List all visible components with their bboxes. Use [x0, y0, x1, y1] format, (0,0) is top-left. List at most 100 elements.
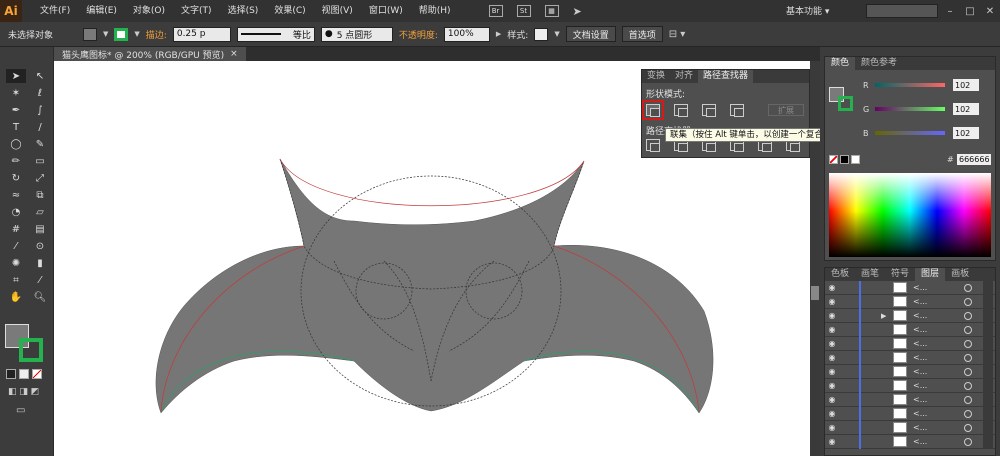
line-tool-icon[interactable]: / — [30, 120, 50, 134]
scrollbar-thumb[interactable] — [811, 286, 819, 300]
visibility-eye-icon[interactable]: ◉ — [825, 353, 839, 362]
stroke-profile-select[interactable]: 等比 — [236, 26, 315, 42]
layer-row[interactable]: ◉ <... — [825, 365, 995, 379]
layer-row[interactable]: ◉ <... — [825, 337, 995, 351]
layer-row[interactable]: ◉ <... — [825, 351, 995, 365]
draw-mode-icon[interactable]: ◧ ◨ ◩ — [8, 387, 39, 397]
layer-name[interactable]: <... — [913, 325, 927, 334]
menu-type[interactable]: 文字(T) — [173, 0, 220, 22]
magic-wand-tool-icon[interactable]: ✶ — [6, 86, 26, 100]
visibility-eye-icon[interactable]: ◉ — [825, 381, 839, 390]
red-track[interactable] — [875, 83, 945, 87]
visibility-eye-icon[interactable]: ◉ — [825, 395, 839, 404]
fill-swatch[interactable] — [83, 27, 98, 41]
red-value[interactable]: 102 — [953, 79, 979, 91]
menu-view[interactable]: 视图(V) — [314, 0, 361, 22]
layer-row[interactable]: ◉ <... — [825, 421, 995, 435]
pen-tool-icon[interactable]: ✒ — [6, 103, 26, 117]
close-icon[interactable]: ✕ — [980, 6, 1000, 17]
blend-tool-icon[interactable]: ⊙ — [30, 239, 50, 253]
green-slider[interactable]: G 102 — [863, 103, 995, 115]
ellipse-tool-icon[interactable]: ◯ — [6, 137, 26, 151]
target-circle-icon[interactable] — [964, 395, 972, 404]
stroke-color-box[interactable] — [19, 338, 43, 362]
menu-edit[interactable]: 编辑(E) — [78, 0, 125, 22]
eyedropper-tool-icon[interactable]: ⁄ — [6, 239, 26, 253]
close-tab-icon[interactable]: × — [230, 49, 238, 59]
menu-window[interactable]: 窗口(W) — [361, 0, 411, 22]
stroke-swatch[interactable] — [114, 27, 129, 41]
layer-name[interactable]: <... — [913, 297, 927, 306]
target-circle-icon[interactable] — [964, 339, 972, 348]
layer-name[interactable]: <... — [913, 381, 927, 390]
chevron-down-icon[interactable]: ▼ — [134, 30, 139, 38]
preferences-button[interactable]: 首选项 — [621, 26, 663, 42]
target-circle-icon[interactable] — [964, 283, 972, 292]
visibility-eye-icon[interactable]: ◉ — [825, 297, 839, 306]
hex-input[interactable]: 666666 — [957, 153, 991, 165]
stock-button[interactable]: St — [516, 5, 531, 17]
layer-name[interactable]: <... — [913, 423, 927, 432]
menu-object[interactable]: 对象(O) — [125, 0, 173, 22]
symbol-sprayer-tool-icon[interactable]: ✺ — [6, 256, 26, 270]
layer-name[interactable]: <... — [913, 339, 927, 348]
eraser-tool-icon[interactable]: ▭ — [30, 154, 50, 168]
layer-name[interactable]: <... — [913, 409, 927, 418]
tab-transform[interactable]: 变换 — [642, 70, 670, 83]
visibility-eye-icon[interactable]: ◉ — [825, 367, 839, 376]
stroke-weight-input[interactable]: 0.25 p — [172, 26, 231, 42]
red-slider[interactable]: R 102 — [863, 79, 995, 91]
visibility-eye-icon[interactable]: ◉ — [825, 409, 839, 418]
layer-row[interactable]: ◉ <... — [825, 323, 995, 337]
panel-stroke-box[interactable] — [838, 96, 853, 111]
bridge-button[interactable]: Br — [488, 5, 503, 17]
arrange-documents-icon[interactable]: ▦ — [544, 5, 559, 17]
tab-color-guide[interactable]: 颜色参考 — [855, 57, 903, 70]
chevron-down-icon[interactable]: ▼ — [554, 30, 559, 38]
tab-artboards[interactable]: 画板 — [945, 268, 975, 281]
expand-triangle-icon[interactable]: ▶ — [881, 312, 886, 320]
color-mode-icon[interactable] — [6, 369, 16, 379]
fill-stroke-widget[interactable] — [5, 324, 49, 368]
chevron-right-icon[interactable]: ▶ — [496, 30, 501, 38]
slice-tool-icon[interactable]: ⁄ — [30, 273, 50, 287]
target-circle-icon[interactable] — [964, 353, 972, 362]
none-swatch[interactable] — [829, 154, 838, 164]
canvas-scrollbar[interactable] — [810, 61, 820, 456]
direct-selection-tool-icon[interactable]: ↖ — [30, 69, 50, 83]
artboard-tool-icon[interactable]: ⌗ — [6, 273, 26, 287]
document-setup-button[interactable]: 文档设置 — [565, 26, 616, 42]
exclude-button-icon[interactable] — [730, 104, 744, 117]
black-swatch[interactable] — [840, 154, 849, 164]
green-track[interactable] — [875, 107, 945, 111]
gradient-tool-icon[interactable]: ▤ — [30, 222, 50, 236]
layer-name[interactable]: <... — [913, 353, 927, 362]
help-search-input[interactable] — [866, 4, 938, 18]
layer-row[interactable]: ◉ <... — [825, 295, 995, 309]
target-circle-icon[interactable] — [964, 325, 972, 334]
lasso-tool-icon[interactable]: ℓ — [30, 86, 50, 100]
visibility-eye-icon[interactable]: ◉ — [825, 437, 839, 446]
align-icon[interactable]: ⊟ ▾ — [669, 29, 686, 40]
blue-value[interactable]: 102 — [953, 127, 979, 139]
white-swatch[interactable] — [851, 154, 860, 164]
tab-layers[interactable]: 图层 — [915, 268, 946, 281]
chevron-down-icon[interactable]: ▼ — [103, 30, 108, 38]
layer-row[interactable]: ◉ <... — [825, 379, 995, 393]
menu-file[interactable]: 文件(F) — [32, 0, 78, 22]
screen-mode-icon[interactable]: ▭ — [16, 405, 25, 416]
rotate-tool-icon[interactable]: ↻ — [6, 171, 26, 185]
menu-effect[interactable]: 效果(C) — [266, 0, 313, 22]
brush-select[interactable]: ● 5 点圆形 — [320, 26, 393, 42]
free-transform-tool-icon[interactable]: ⧉ — [30, 188, 50, 202]
target-circle-icon[interactable] — [964, 437, 972, 446]
layer-row[interactable]: ◉ <... — [825, 407, 995, 421]
opacity-label[interactable]: 不透明度: — [399, 28, 438, 41]
curvature-tool-icon[interactable]: ∫ — [30, 103, 50, 117]
target-circle-icon[interactable] — [964, 297, 972, 306]
zoom-tool-icon[interactable]: 🔍︎ — [30, 290, 50, 304]
selection-tool-icon[interactable]: ➤ — [6, 69, 26, 83]
tab-symbols[interactable]: 符号 — [885, 268, 915, 281]
opacity-input[interactable]: 100% — [443, 26, 490, 42]
visibility-eye-icon[interactable]: ◉ — [825, 283, 839, 292]
